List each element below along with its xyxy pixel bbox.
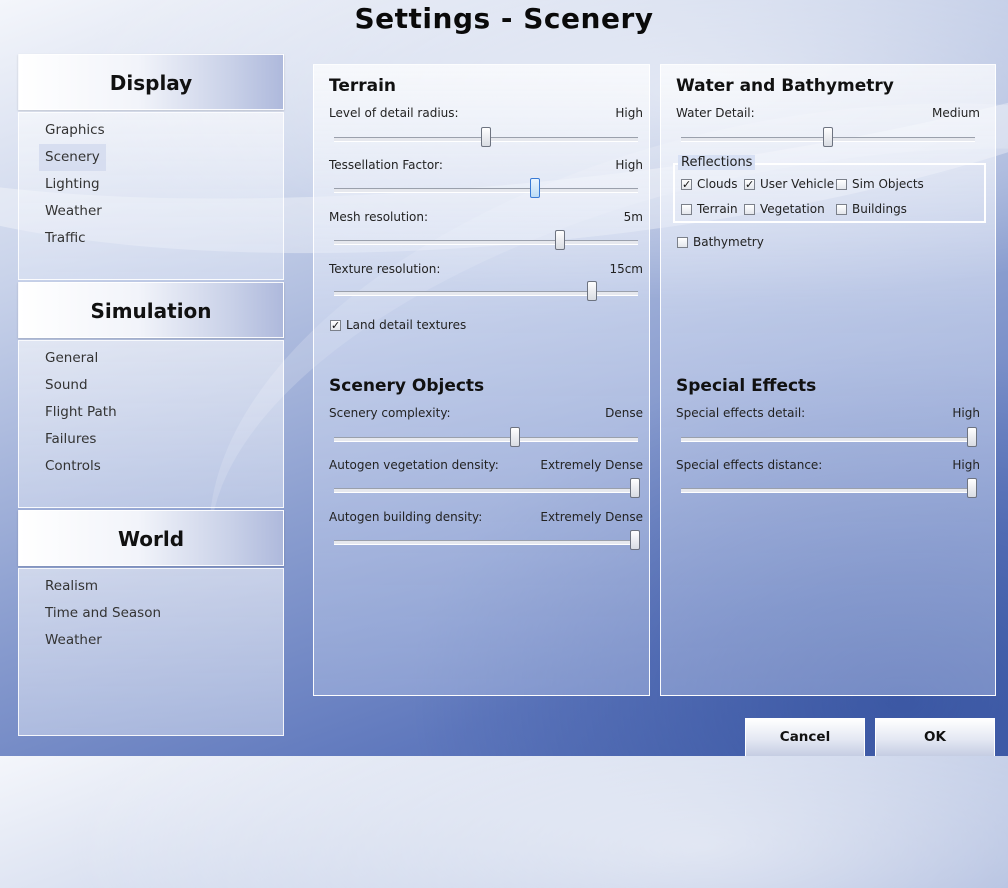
water-effects-panel: Water and Bathymetry Water Detail: Mediu… <box>660 64 996 696</box>
nav-group-world: Realism Time and Season Weather <box>18 568 284 736</box>
cancel-button[interactable]: Cancel <box>745 718 865 756</box>
reflect-buildings-checkbox[interactable]: Buildings <box>836 202 907 216</box>
nav-group-display: Graphics Scenery Lighting Weather Traffi… <box>18 112 284 280</box>
effects-detail-slider-track[interactable] <box>681 437 975 442</box>
mesh-resolution-label: Mesh resolution: <box>329 210 429 224</box>
mesh-resolution-slider-thumb[interactable] <box>555 230 566 250</box>
nav-item-scenery[interactable]: Scenery <box>39 144 106 171</box>
terrain-title: Terrain <box>329 76 397 96</box>
reflect-vegetation-label: Vegetation <box>760 202 825 216</box>
effects-detail-label: Special effects detail: <box>676 406 806 420</box>
nav-item-traffic[interactable]: Traffic <box>39 225 92 252</box>
effects-distance-value: High <box>952 458 980 472</box>
nav-group-simulation: General Sound Flight Path Failures Contr… <box>18 340 284 508</box>
reflect-user-vehicle-checkbox[interactable]: ✓ User Vehicle <box>744 177 834 191</box>
water-detail-slider-thumb[interactable] <box>822 127 833 147</box>
vegetation-density-slider-track[interactable] <box>334 488 638 493</box>
mesh-resolution-slider-track[interactable] <box>334 240 638 245</box>
nav-item-flight-path[interactable]: Flight Path <box>39 399 123 426</box>
building-density-slider-track[interactable] <box>334 540 638 545</box>
scenery-complexity-value: Dense <box>605 406 643 420</box>
vegetation-density-label: Autogen vegetation density: <box>329 458 499 472</box>
tessellation-label: Tessellation Factor: <box>329 158 443 172</box>
lod-radius-value: High <box>615 106 643 120</box>
reflect-user-vehicle-label: User Vehicle <box>760 177 835 191</box>
nav-item-failures[interactable]: Failures <box>39 426 102 453</box>
special-effects-title: Special Effects <box>676 376 817 396</box>
nav-item-lighting[interactable]: Lighting <box>39 171 106 198</box>
reflections-legend: Reflections <box>678 155 756 170</box>
water-title: Water and Bathymetry <box>676 76 894 96</box>
land-detail-textures-checkbox[interactable]: ✓ Land detail textures <box>330 318 466 332</box>
reflect-clouds-checkbox[interactable]: ✓ Clouds <box>681 177 738 191</box>
bathymetry-checkbox[interactable]: Bathymetry <box>677 235 764 249</box>
effects-detail-value: High <box>952 406 980 420</box>
mesh-resolution-value: 5m <box>623 210 643 224</box>
land-detail-textures-label: Land detail textures <box>346 318 467 332</box>
water-detail-value: Medium <box>932 106 980 120</box>
terrain-scenery-panel: Terrain Level of detail radius: High Tes… <box>313 64 650 696</box>
nav-item-time-and-season[interactable]: Time and Season <box>39 600 167 627</box>
checkbox-box[interactable] <box>744 203 755 215</box>
reflect-vegetation-checkbox[interactable]: Vegetation <box>744 202 825 216</box>
nav-item-world-weather[interactable]: Weather <box>39 627 108 654</box>
nav-item-sound[interactable]: Sound <box>39 372 94 399</box>
reflect-terrain-checkbox[interactable]: Terrain <box>681 202 738 216</box>
reflect-terrain-label: Terrain <box>697 202 738 216</box>
ok-button[interactable]: OK <box>875 718 995 756</box>
effects-detail-slider-thumb[interactable] <box>967 427 977 447</box>
checkbox-box[interactable] <box>836 203 847 215</box>
bathymetry-label: Bathymetry <box>693 235 764 249</box>
checkbox-box[interactable] <box>681 203 692 215</box>
tessellation-slider-thumb[interactable] <box>530 178 541 198</box>
checkbox-box[interactable] <box>836 178 847 190</box>
tessellation-value: High <box>615 158 643 172</box>
effects-distance-label: Special effects distance: <box>676 458 823 472</box>
reflect-sim-objects-label: Sim Objects <box>852 177 924 191</box>
scenery-complexity-label: Scenery complexity: <box>329 406 451 420</box>
texture-resolution-label: Texture resolution: <box>329 262 441 276</box>
lod-radius-slider-thumb[interactable] <box>480 127 491 147</box>
nav-item-controls[interactable]: Controls <box>39 453 107 480</box>
tessellation-slider-track[interactable] <box>334 188 638 193</box>
nav-item-graphics[interactable]: Graphics <box>39 117 111 144</box>
effects-distance-slider-track[interactable] <box>681 488 975 493</box>
scenery-objects-title: Scenery Objects <box>329 376 485 396</box>
scenery-complexity-slider-track[interactable] <box>334 437 638 442</box>
nav-item-general[interactable]: General <box>39 345 104 372</box>
reflect-clouds-label: Clouds <box>697 177 738 191</box>
texture-resolution-value: 15cm <box>609 262 643 276</box>
building-density-value: Extremely Dense <box>540 510 643 524</box>
reflect-buildings-label: Buildings <box>852 202 907 216</box>
water-detail-label: Water Detail: <box>676 106 755 120</box>
checkbox-box[interactable]: ✓ <box>681 178 692 190</box>
reflect-sim-objects-checkbox[interactable]: Sim Objects <box>836 177 924 191</box>
checkbox-box[interactable]: ✓ <box>744 178 755 190</box>
nav-item-weather[interactable]: Weather <box>39 198 108 225</box>
checkbox-box[interactable]: ✓ <box>330 319 341 331</box>
texture-resolution-slider-thumb[interactable] <box>587 281 598 301</box>
building-density-slider-thumb[interactable] <box>630 530 640 550</box>
vegetation-density-value: Extremely Dense <box>540 458 643 472</box>
building-density-label: Autogen building density: <box>329 510 483 524</box>
vegetation-density-slider-thumb[interactable] <box>630 478 640 498</box>
nav-header-simulation[interactable]: Simulation <box>18 282 284 338</box>
lod-radius-label: Level of detail radius: <box>329 106 459 120</box>
window-title: Settings - Scenery <box>354 2 654 35</box>
checkbox-box[interactable] <box>677 236 688 248</box>
nav-item-realism[interactable]: Realism <box>39 573 104 600</box>
effects-distance-slider-thumb[interactable] <box>967 478 977 498</box>
nav-header-world[interactable]: World <box>18 510 284 566</box>
nav-header-display[interactable]: Display <box>18 54 284 110</box>
scenery-complexity-slider-thumb[interactable] <box>510 427 521 447</box>
